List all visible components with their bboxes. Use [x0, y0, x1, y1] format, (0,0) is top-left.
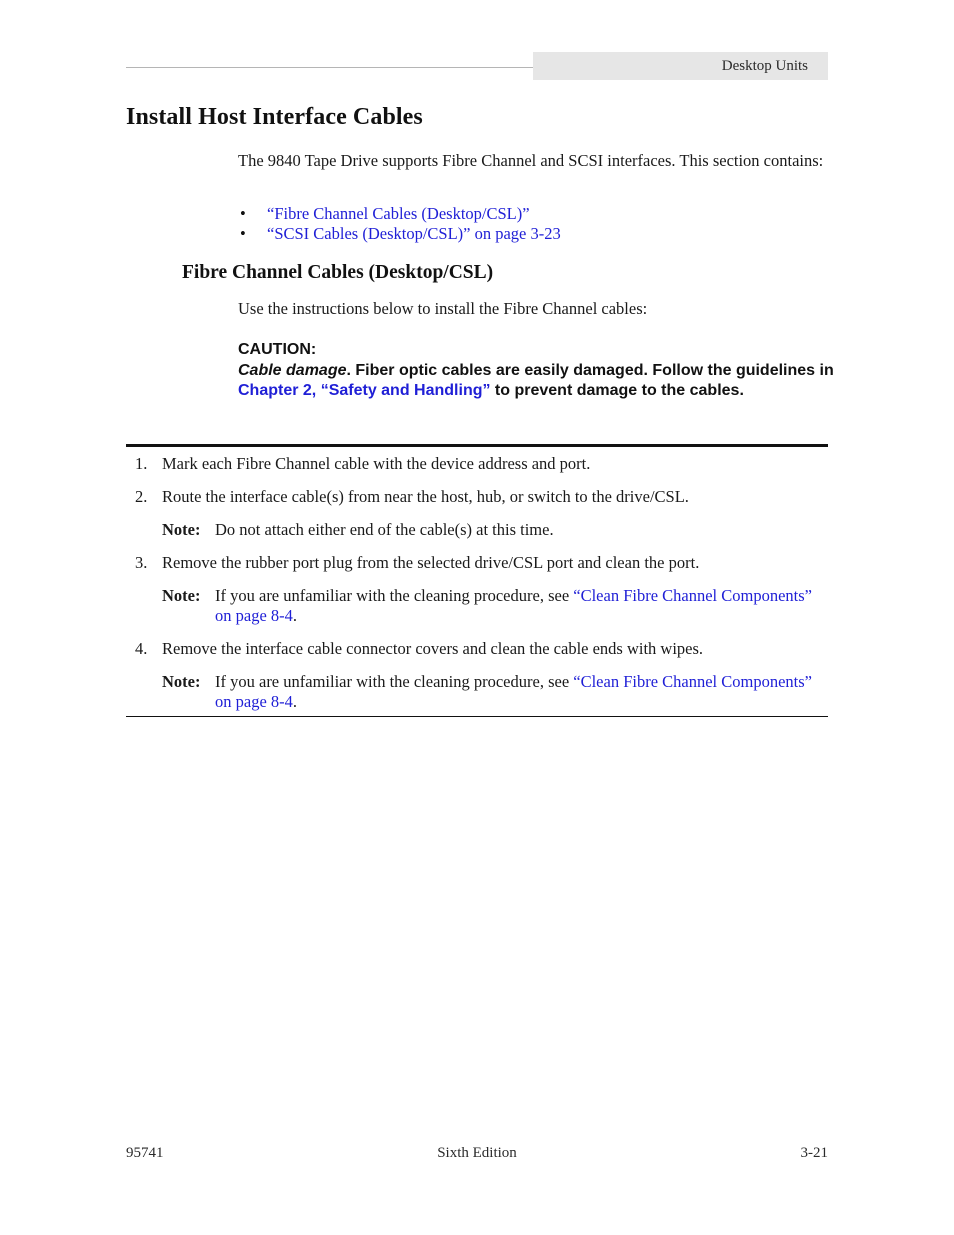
step-note: Note: If you are unfamiliar with the cle… [126, 672, 828, 712]
link-safety-and-handling[interactable]: Chapter 2, “Safety and Handling” [238, 382, 490, 399]
section-intro: The 9840 Tape Drive supports Fibre Chann… [238, 151, 824, 170]
caution-block: CAUTION: Cable damage. Fiber optic cable… [238, 340, 838, 402]
note-text: If you are unfamiliar with the cleaning … [215, 586, 574, 605]
running-title: Desktop Units [721, 58, 808, 74]
step-number: 3. [135, 553, 148, 572]
subsection-intro: Use the instructions below to install th… [238, 299, 648, 318]
link-scsi-cables[interactable]: “SCSI Cables (Desktop/CSL)” on page 3-23 [267, 224, 561, 243]
note-label: Note: [162, 586, 201, 605]
step-note: Note: Do not attach either end of the ca… [126, 520, 828, 540]
running-header: Desktop Units [533, 52, 828, 80]
step-item: 4. Remove the interface cable connector … [126, 639, 828, 659]
step-number: 1. [135, 454, 148, 473]
section-title: Install Host Interface Cables [126, 104, 423, 130]
note-text-end: . [292, 606, 298, 625]
procedure-bottom-rule [126, 716, 828, 717]
procedure-steps: 1. Mark each Fibre Channel cable with th… [126, 454, 828, 725]
step-text: Mark each Fibre Channel cable with the d… [162, 454, 591, 473]
list-item: • “Fibre Channel Cables (Desktop/CSL)” [238, 204, 561, 224]
footer-page-number: 3-21 [800, 1145, 829, 1161]
caution-label: CAUTION: [238, 341, 317, 358]
note-label: Note: [162, 520, 201, 539]
link-fibre-channel-cables[interactable]: “Fibre Channel Cables (Desktop/CSL)” [267, 204, 530, 223]
step-note: Note: If you are unfamiliar with the cle… [126, 586, 828, 626]
step-item: 2. Route the interface cable(s) from nea… [126, 487, 828, 507]
header-rule [126, 67, 533, 68]
note-text: Do not attach either end of the cable(s)… [215, 520, 554, 539]
caution-text-part: to prevent damage to the cables. [490, 382, 744, 399]
caution-text: Cable damage. Fiber optic cables are eas… [238, 361, 838, 402]
bullet-icon: • [240, 224, 246, 243]
step-item: 1. Mark each Fibre Channel cable with th… [126, 454, 828, 474]
note-text: If you are unfamiliar with the cleaning … [215, 672, 574, 691]
caution-emphasis: Cable damage [238, 361, 347, 379]
note-label: Note: [162, 672, 201, 691]
section-contents-list: • “Fibre Channel Cables (Desktop/CSL)” •… [238, 204, 561, 244]
step-number: 2. [135, 487, 148, 506]
step-text: Remove the rubber port plug from the sel… [162, 553, 700, 572]
list-item: • “SCSI Cables (Desktop/CSL)” on page 3-… [238, 224, 561, 244]
caution-text-part: . Fiber optic cables are easily damaged.… [346, 361, 834, 379]
subsection-title: Fibre Channel Cables (Desktop/CSL) [182, 262, 494, 283]
step-number: 4. [135, 639, 148, 658]
procedure-top-rule [126, 444, 828, 447]
note-text-end: . [292, 692, 298, 711]
step-text: Remove the interface cable connector cov… [162, 639, 704, 658]
step-item: 3. Remove the rubber port plug from the … [126, 553, 828, 573]
bullet-icon: • [240, 204, 246, 223]
step-text: Route the interface cable(s) from near t… [162, 487, 689, 506]
